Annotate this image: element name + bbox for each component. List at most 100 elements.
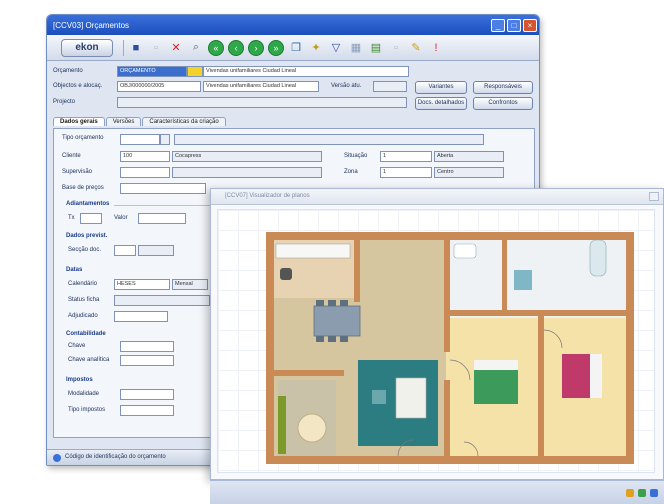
toolbar-separator [123, 39, 124, 56]
delete-icon[interactable]: ✕ [168, 40, 184, 56]
zone-code-field[interactable]: 1 [380, 167, 432, 178]
tax-type-field[interactable] [120, 405, 174, 416]
supervisor-name-field[interactable] [172, 167, 322, 178]
file-status-label: Status ficha [68, 297, 100, 303]
floor-plan [266, 232, 634, 464]
supervisor-label: Supervisão [62, 169, 93, 175]
modality-label: Modalidade [68, 391, 100, 397]
budget-type-description[interactable] [174, 134, 484, 145]
plan-viewer-titlebar: [CCV07] Visualizador de planos [211, 189, 663, 205]
detailed-docs-button[interactable]: Docs. detalhados [415, 97, 467, 110]
version-label: Versão atu. [331, 83, 362, 89]
blank2-icon[interactable]: ▫ [388, 40, 404, 56]
client-code-field[interactable]: 100 [120, 151, 170, 162]
fit-icon[interactable] [650, 489, 658, 497]
tab-general-data[interactable]: Dados gerais [53, 117, 105, 126]
grid-icon[interactable]: ▦ [348, 40, 364, 56]
advance-value-field[interactable] [138, 213, 186, 224]
floor-plan-canvas[interactable] [217, 209, 655, 473]
plan-viewer-maximize-button[interactable] [649, 192, 659, 201]
save-icon[interactable]: ■ [128, 40, 144, 56]
blank-icon[interactable]: ▫ [148, 40, 164, 56]
status-label: Situação [344, 153, 368, 159]
plan-viewer-title: [CCV07] Visualizador de planos [225, 193, 310, 199]
supervisor-field[interactable] [120, 167, 170, 178]
key-field[interactable] [120, 341, 174, 352]
info-icon [53, 454, 61, 462]
minimize-button[interactable]: _ [491, 18, 505, 32]
budget-label: Orçamento [53, 68, 83, 74]
modality-field[interactable] [120, 389, 174, 400]
bathtub-icon [589, 239, 607, 277]
last-record-icon[interactable]: » [268, 39, 284, 56]
budget-marker [187, 66, 203, 77]
sink-icon [453, 243, 477, 259]
taxes-group-title: Impostos [66, 377, 93, 383]
close-button[interactable]: × [523, 18, 537, 32]
shower-icon [514, 270, 532, 290]
version-field[interactable] [373, 81, 407, 92]
form-tabs: Dados gerais Versões Características da … [53, 117, 226, 126]
maximize-button[interactable]: □ [507, 18, 521, 32]
section-label: Secção doc. [68, 247, 102, 253]
project-field[interactable] [117, 97, 407, 108]
budget-type-label: Tipo orçamento [62, 135, 104, 141]
plan-viewer-window: [CCV07] Visualizador de planos [210, 188, 664, 480]
dates-group-title: Datas [66, 267, 83, 273]
object-code-field[interactable]: OBJ/000000/2005 [117, 81, 201, 92]
budget-code-field[interactable]: ORÇAMENTO [117, 66, 187, 77]
plan-viewer-statusbar [210, 480, 664, 504]
section-field[interactable] [114, 245, 136, 256]
filter-icon[interactable]: ▽ [328, 40, 344, 56]
tax-type-label: Tipo impostos [68, 407, 106, 413]
monthly-field[interactable]: Mensal [172, 279, 208, 290]
advance-rate-field[interactable] [80, 213, 102, 224]
section-desc-field[interactable] [138, 245, 174, 256]
price-base-field[interactable] [120, 183, 206, 194]
previous-record-icon[interactable]: ‹ [228, 39, 244, 56]
magic-icon[interactable]: ✦ [308, 40, 324, 56]
zoom-icon[interactable] [626, 489, 634, 497]
pillow-pink [590, 354, 602, 398]
awarded-field[interactable] [114, 311, 168, 322]
tab-versions[interactable]: Versões [105, 117, 142, 126]
sofa-icon [395, 377, 427, 419]
dining-table [313, 305, 361, 337]
coffee-table [372, 390, 386, 404]
project-label: Projecto [53, 99, 76, 105]
analytic-key-label: Chave analítica [68, 357, 110, 363]
budget-type-dropdown[interactable] [160, 134, 170, 145]
status-value-field[interactable]: Aberta [434, 151, 504, 162]
next-record-icon[interactable]: › [248, 39, 264, 56]
first-record-icon[interactable]: « [208, 39, 224, 56]
object-label: Objectos e alocaç. [53, 83, 103, 89]
tab-creation-characteristics[interactable]: Características da criação [142, 117, 226, 126]
advance-value-label: Valor [114, 215, 128, 221]
search-icon[interactable]: ⌕ [188, 40, 204, 56]
status-code-field[interactable]: 1 [380, 151, 432, 162]
report-icon[interactable]: ▤ [368, 40, 384, 56]
budget-type-field[interactable] [120, 134, 160, 145]
client-name-field[interactable]: Cocapress [172, 151, 322, 162]
client-label: Cliente [62, 153, 81, 159]
comparisons-button[interactable]: Confrontos [473, 97, 533, 110]
object-description-field[interactable]: Vivendas unifamiliares Ciudad Lineal [203, 81, 319, 92]
analytic-key-field[interactable] [120, 355, 174, 366]
responsible-button[interactable]: Responsáveis [473, 81, 533, 94]
copy-icon[interactable]: ❐ [288, 40, 304, 56]
zone-value-field[interactable]: Centro [434, 167, 504, 178]
pillow-green [474, 360, 518, 370]
calendar-field[interactable]: HESES [114, 279, 170, 290]
budget-window-title: [CCV03] Orçamentos [53, 20, 130, 30]
pan-icon[interactable] [638, 489, 646, 497]
file-status-field[interactable] [114, 295, 210, 306]
round-table [297, 413, 327, 443]
exit-icon[interactable]: ! [428, 40, 444, 56]
advances-group-title: Adiantamentos [66, 201, 110, 207]
awarded-label: Adjudicado [68, 313, 98, 319]
variants-button[interactable]: Variantes [415, 81, 467, 94]
tools-icon[interactable]: ✎ [408, 40, 424, 56]
key-label: Chave [68, 343, 86, 349]
kitchen-counter [275, 243, 351, 259]
budget-description-field[interactable]: Vivendas unifamiliares Ciudad Lineal [203, 66, 409, 77]
